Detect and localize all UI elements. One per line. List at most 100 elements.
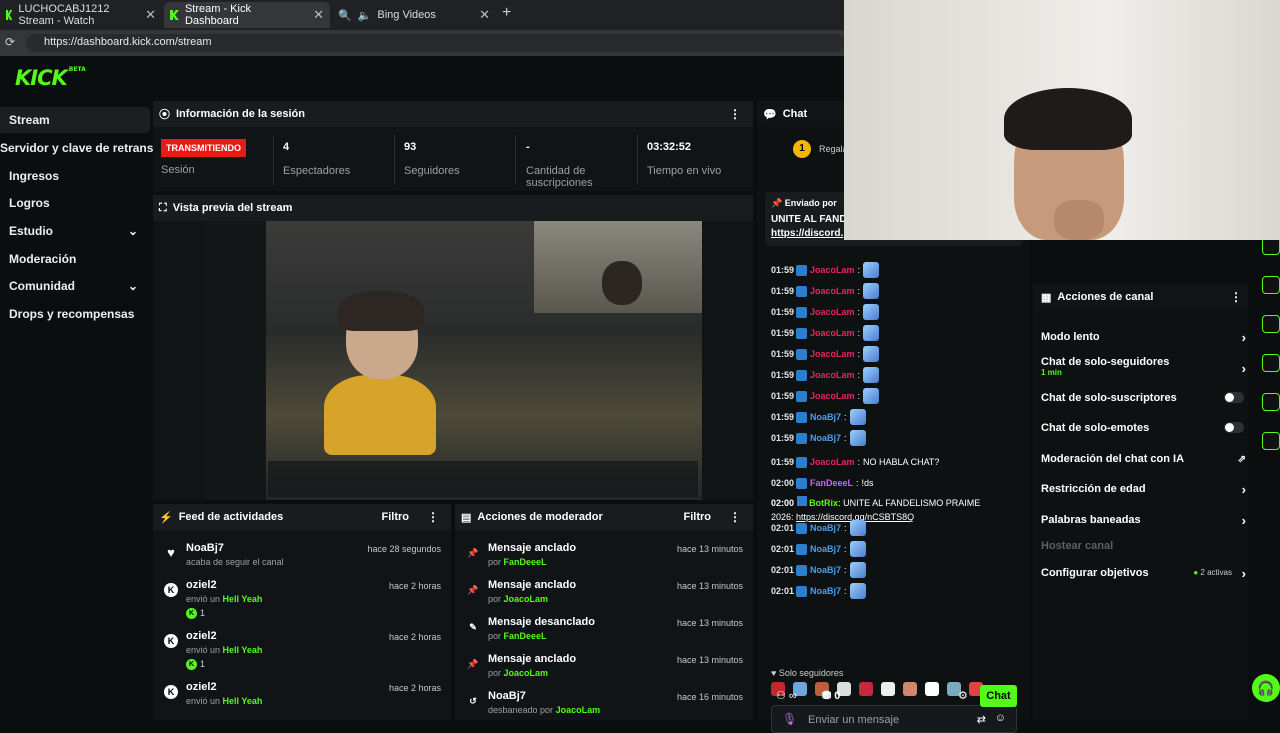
chevron-right-icon: ›	[1241, 482, 1246, 497]
live-time-stat: 03:32:52 Tiempo en vivo	[647, 141, 722, 177]
mod-actions-panel: ▤ Acciones de moderador Filtro ⋮ 📌 Mensaje a…	[455, 504, 753, 720]
nav-moderacion[interactable]: Moderación	[0, 246, 150, 272]
stream-video-preview[interactable]	[206, 221, 702, 500]
mod-item: ↺ NoaBj7 desbaneado por JoacoLam hace 16 mi…	[455, 690, 753, 720]
chat-users-icon[interactable]: ⚇ ∞	[776, 689, 797, 702]
message-input[interactable]: 🎙 Enviar un mensaje ⇄ ☺	[771, 705, 1017, 733]
more-options-icon[interactable]: ⋮	[729, 107, 741, 121]
action-host-channel: Hostear canal	[1041, 540, 1114, 552]
list-icon: ▤	[461, 511, 472, 524]
nav-logros[interactable]: Logros	[0, 190, 150, 216]
close-tab-icon[interactable]: ✕	[313, 7, 324, 23]
more-options-icon[interactable]: ⋮	[729, 510, 741, 524]
more-options-icon[interactable]: ⋮	[427, 510, 439, 524]
chat-timestamp: 02:01	[771, 586, 795, 596]
action-banned-words[interactable]: Palabras baneadas ›	[1041, 513, 1246, 528]
action-subs-only[interactable]: Chat de solo-suscriptores	[1041, 392, 1246, 404]
chat-timestamp: 02:01	[771, 544, 795, 554]
kick-favicon-icon	[6, 10, 13, 20]
chat-timestamp: 01:59	[771, 265, 795, 275]
rail-button[interactable]	[1262, 315, 1280, 333]
filter-button[interactable]: Filtro	[382, 511, 410, 523]
emoji-icon[interactable]: ☺	[995, 712, 1006, 724]
chat-message: 01:59 JoacoLam:	[771, 302, 880, 322]
streamer-figure	[324, 375, 436, 455]
chat-username: NoaBj7	[810, 412, 842, 422]
emote	[863, 388, 880, 404]
chat-message: 02:01 NoaBj7:	[771, 518, 866, 538]
rail-button[interactable]	[1262, 276, 1280, 294]
panel-title: Chat	[782, 108, 808, 120]
chat-mode: ♥ Solo seguidores	[771, 668, 844, 678]
panel-title: Feed de actividades	[178, 511, 284, 523]
session-info-panel: ⦿ Información de la sesión ⋮ TRANSMITIENDO…	[153, 101, 753, 191]
action-ai-moderation[interactable]: Moderación del chat con IA ⇗	[1041, 453, 1246, 465]
browser-tab-active[interactable]: Stream - Kick Dashboard ✕	[164, 2, 330, 28]
more-options-icon[interactable]: ⋮	[1230, 290, 1242, 304]
bolt-icon: ⚡	[159, 511, 173, 524]
badge-icon	[796, 456, 807, 468]
kick-icon: K	[164, 634, 178, 648]
chat-message: 02:01 NoaBj7:	[771, 581, 866, 601]
rail-button[interactable]	[1262, 393, 1280, 411]
rail-button[interactable]	[1262, 432, 1280, 450]
emote	[849, 541, 866, 557]
chat-message: 01:59 JoacoLam:	[771, 386, 880, 406]
feed-item: K oziel2 envió un Hell Yeah hace 2 horas	[153, 681, 451, 720]
nav-stream[interactable]: Stream	[0, 107, 150, 133]
tab-title: Stream - Kick Dashboard	[184, 3, 251, 27]
badge-icon	[796, 411, 807, 423]
chevron-down-icon: ⌄	[127, 279, 138, 293]
pin-icon: 📌	[467, 659, 479, 669]
close-tab-icon[interactable]: ✕	[145, 7, 156, 23]
nav-drops[interactable]: Drops y recompensas	[0, 301, 150, 327]
action-age-restriction[interactable]: Restricción de edad ›	[1041, 482, 1246, 497]
activity-feed-panel: ⚡ Feed de actividades Filtro ⋮ ♥ NoaBj7 aca…	[153, 504, 451, 720]
nav-estudio[interactable]: Estudio ⌄	[0, 218, 150, 244]
tab-title: LUCHOCABJ1212 Stream - Watch	[18, 3, 110, 27]
session-header: ⦿ Información de la sesión ⋮	[153, 101, 753, 127]
stream-preview-panel: ⛶ Vista previa del stream	[153, 195, 753, 500]
badge-icon	[796, 348, 807, 360]
chat-username: JoacoLam	[810, 457, 855, 467]
action-followers-only[interactable]: Chat de solo-seguidores 1 min ›	[1041, 356, 1246, 377]
browser-tab[interactable]: LUCHOCABJ1212 Stream - Watch ✕	[0, 2, 162, 28]
chat-message: 01:59 JoacoLam:	[771, 344, 880, 364]
nav-stream-key[interactable]: Servidor y clave de retransmisión	[0, 135, 192, 161]
subs-only-toggle[interactable]	[1224, 392, 1244, 403]
chat-message: 01:59 JoacoLam:	[771, 260, 880, 280]
chat-timestamp: 01:59	[771, 370, 795, 380]
actions-icon: ▦	[1041, 291, 1052, 304]
reload-icon[interactable]: ⟳	[5, 35, 15, 49]
send-chat-button[interactable]: Chat	[980, 685, 1017, 707]
action-emotes-only[interactable]: Chat de solo-emotes	[1041, 422, 1246, 434]
unpin-icon: ✎	[469, 622, 477, 632]
chat-username: NoaBj7	[810, 433, 842, 443]
action-modo-lento[interactable]: Modo lento ›	[1041, 330, 1246, 345]
browser-tab[interactable]: 🔍 🔈 Bing Videos ✕	[332, 2, 496, 28]
emote	[863, 262, 880, 278]
filter-button[interactable]: Filtro	[684, 511, 712, 523]
support-headset-icon[interactable]: 🎧	[1252, 674, 1280, 702]
kick-logo[interactable]: KICK BETA	[15, 66, 86, 90]
badge-icon	[796, 264, 807, 276]
tab-title: Bing Videos	[377, 9, 436, 21]
chat-message: 02:01 NoaBj7:	[771, 560, 866, 580]
new-tab-button[interactable]: +	[502, 4, 511, 22]
chat-message: 01:59 JoacoLam: NO HABLA CHAT?	[771, 456, 940, 468]
rail-button[interactable]	[1262, 354, 1280, 372]
url-field[interactable]: https://dashboard.kick.com/stream	[26, 34, 846, 52]
speaker-icon: 🔈	[357, 9, 372, 22]
nav-ingresos[interactable]: Ingresos	[0, 163, 150, 189]
emote	[849, 520, 866, 536]
emotes-only-toggle[interactable]	[1224, 422, 1244, 433]
session-status: TRANSMITIENDO Sesión	[161, 139, 246, 176]
settings-gear-icon[interactable]: ⚙	[958, 689, 968, 702]
nav-comunidad[interactable]: Comunidad ⌄	[0, 273, 150, 299]
chat-timestamp: 02:00	[771, 478, 795, 488]
search-icon: 🔍	[338, 9, 352, 22]
close-tab-icon[interactable]: ✕	[479, 7, 490, 23]
chat-timestamp: 01:59	[771, 349, 795, 359]
action-goals[interactable]: Configurar objetivos ● 2 activas ›	[1041, 566, 1246, 581]
subs-stat: - Cantidad de suscripciones	[526, 141, 593, 189]
